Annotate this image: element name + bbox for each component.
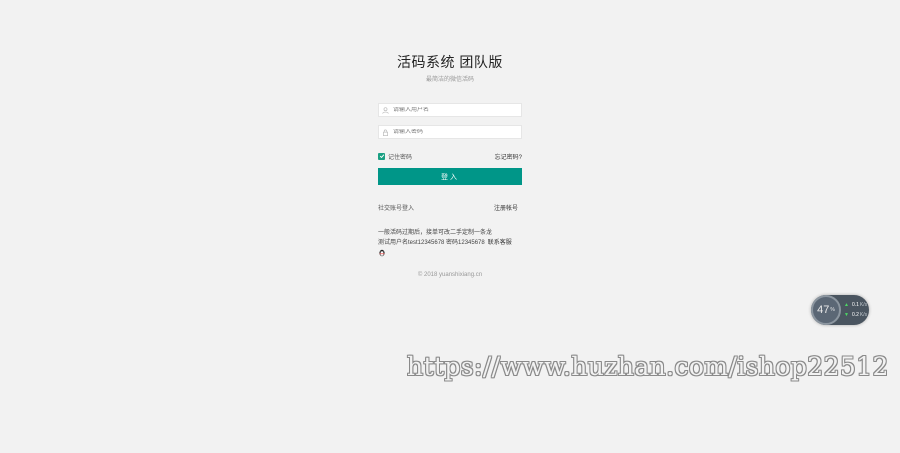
social-login-link[interactable]: 社交账号登入 (378, 203, 414, 212)
login-button[interactable]: 登入 (378, 168, 522, 185)
notes-block: 一般活码过期后，接单可改二手定制一条龙 测试用户名test12345678 密码… (378, 228, 528, 257)
forgot-password-link[interactable]: 忘记密码? (495, 152, 522, 161)
username-field[interactable] (378, 103, 522, 117)
speed-percent: 47 (817, 304, 830, 316)
register-link[interactable]: 注册帐号 (494, 203, 518, 212)
login-panel: 活码系统 团队版 最简洁的微信活码 记住密码 忘记密码? 登入 社交账号登入 注… (378, 52, 522, 278)
upload-rate-value: 0.1 (851, 302, 859, 308)
upload-rate: ▲ 0.1 K/s (844, 302, 867, 308)
password-field[interactable] (378, 125, 522, 139)
remember-label: 记住密码 (388, 154, 413, 161)
qq-penguin-icon[interactable] (378, 249, 386, 257)
page-subtitle: 最简洁的微信活码 (425, 77, 474, 83)
network-speed-widget[interactable]: 47% ▲ 0.1 K/s ▼ 0.2 K/s (811, 295, 869, 325)
down-arrow-icon: ▼ (844, 312, 849, 318)
remember-checkbox[interactable]: 记住密码 (378, 152, 412, 161)
page-title: 活码系统 团队版 (397, 54, 503, 70)
download-rate-value: 0.2 (851, 312, 859, 318)
user-icon (379, 104, 391, 116)
lock-icon (379, 126, 391, 138)
watermark-text: https://www.huzhan.com/ishop22512 (407, 352, 889, 381)
contact-support-link[interactable]: 联系客服 (488, 238, 512, 248)
notes-line-2: 测试用户名test12345678 密码12345678 联系客服 (378, 238, 528, 248)
download-rate-unit: K/s (859, 312, 868, 318)
check-icon[interactable] (378, 152, 385, 160)
username-input[interactable] (391, 107, 515, 113)
upload-rate-unit: K/s (859, 302, 868, 308)
test-account-text: 测试用户名test12345678 密码12345678 (378, 240, 485, 246)
download-rate: ▼ 0.2 K/s (844, 312, 867, 318)
notes-line-1: 一般活码过期后，接单可改二手定制一条龙 (378, 230, 493, 236)
links-row: 社交账号登入 注册帐号 (378, 203, 522, 212)
remember-row: 记住密码 忘记密码? (378, 151, 522, 161)
up-arrow-icon: ▲ (844, 302, 849, 308)
copyright: © 2018 yuanshixiang.cn (417, 272, 483, 278)
speed-percent-unit: % (830, 307, 835, 313)
password-input[interactable] (391, 129, 515, 135)
speed-percent-badge: 47% (811, 295, 841, 325)
